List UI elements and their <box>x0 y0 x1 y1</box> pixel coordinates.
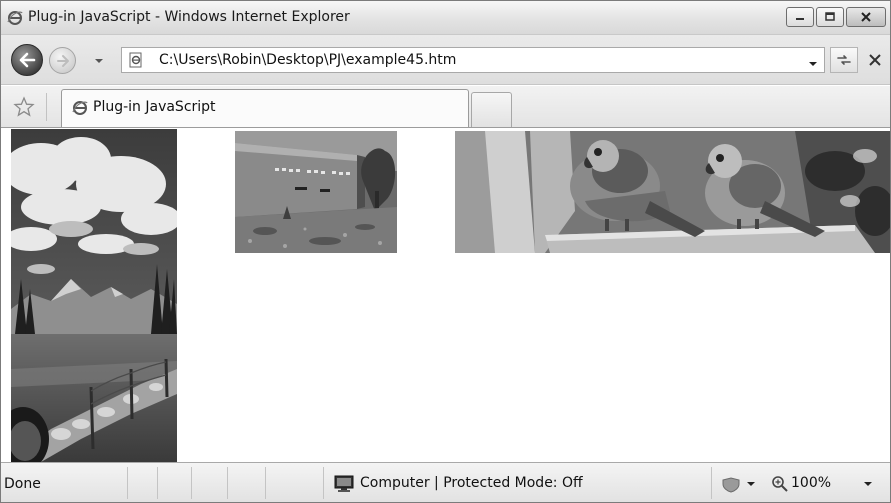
ie-logo-icon <box>72 100 88 116</box>
back-button[interactable] <box>11 44 43 76</box>
status-divider <box>157 467 158 499</box>
maximize-button[interactable] <box>816 7 844 27</box>
forward-button[interactable] <box>49 47 76 74</box>
status-divider <box>227 467 228 499</box>
tab-plug-in-javascript[interactable]: Plug-in JavaScript <box>61 89 469 127</box>
address-bar[interactable]: C:\Users\Robin\Desktop\PJ\example45.htm <box>121 47 825 73</box>
zoom-icon <box>772 476 788 492</box>
tab-bar: Plug-in JavaScript <box>1 86 890 128</box>
status-bar: Done Computer | Protected Mode: Off 100% <box>1 462 890 502</box>
close-button[interactable] <box>846 7 886 27</box>
chevron-down-icon <box>809 62 817 66</box>
status-text: Done <box>4 476 41 492</box>
security-icon <box>722 477 755 493</box>
landscape-image <box>11 129 177 462</box>
security-button[interactable] <box>719 474 759 494</box>
ie-logo-icon <box>7 10 23 26</box>
museum-building-image <box>235 131 397 253</box>
address-url[interactable]: C:\Users\Robin\Desktop\PJ\example45.htm <box>159 52 456 68</box>
address-dropdown-button[interactable] <box>808 57 818 72</box>
stop-button[interactable] <box>862 47 888 73</box>
minimize-button[interactable] <box>786 7 814 27</box>
title-bar: Plug-in JavaScript - Windows Internet Ex… <box>1 1 890 35</box>
status-divider <box>127 467 128 499</box>
refresh-button[interactable] <box>830 47 858 73</box>
zoom-level: 100% <box>791 475 832 491</box>
new-tab-button[interactable] <box>471 92 512 127</box>
chevron-down-icon <box>864 482 872 486</box>
maximize-icon <box>825 12 835 21</box>
chevron-down-icon <box>95 59 103 63</box>
status-divider <box>711 467 712 499</box>
page-icon <box>128 52 144 68</box>
browser-window: Plug-in JavaScript - Windows Internet Ex… <box>0 0 891 503</box>
computer-icon <box>333 475 355 493</box>
close-icon <box>869 54 881 66</box>
tab-separator <box>46 93 47 121</box>
recent-pages-button[interactable] <box>93 55 105 65</box>
page-content <box>11 129 890 462</box>
close-window-icon <box>861 12 871 22</box>
status-divider <box>265 467 266 499</box>
favorites-button[interactable] <box>13 96 35 118</box>
navigation-bar: C:\Users\Robin\Desktop\PJ\example45.htm <box>1 35 890 85</box>
star-icon <box>13 96 35 117</box>
forward-arrow-icon <box>56 54 69 67</box>
window-controls <box>786 7 886 29</box>
refresh-icon <box>837 55 851 65</box>
tab-label: Plug-in JavaScript <box>93 99 216 115</box>
minimize-icon <box>796 18 804 20</box>
back-arrow-icon <box>19 52 36 68</box>
parrots-image <box>455 131 890 253</box>
status-divider <box>323 467 324 499</box>
zoom-button[interactable]: 100% <box>771 474 879 494</box>
status-divider <box>191 467 192 499</box>
zone-label: Computer | Protected Mode: Off <box>360 475 583 491</box>
window-title: Plug-in JavaScript - Windows Internet Ex… <box>28 9 350 25</box>
